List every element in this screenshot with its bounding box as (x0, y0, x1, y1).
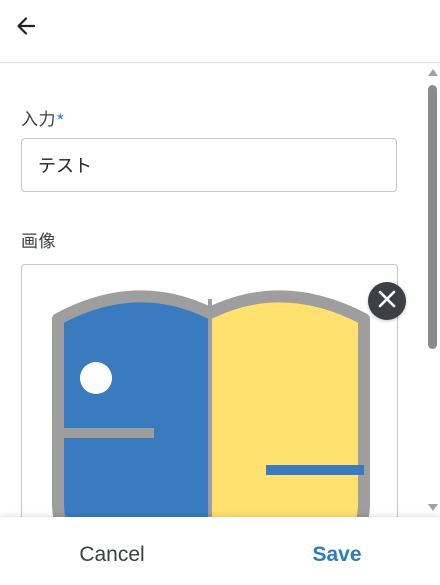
input-text-box[interactable] (23, 140, 378, 190)
vertical-scrollbar[interactable] (425, 63, 440, 517)
cancel-button[interactable]: Cancel (66, 535, 158, 575)
remove-image-button[interactable] (368, 282, 406, 320)
arrow-left-icon (14, 14, 38, 43)
shield-logo-image (52, 290, 370, 517)
required-marker: * (57, 110, 65, 129)
scroll-down-arrow-icon[interactable] (428, 504, 438, 511)
scroll-up-arrow-icon[interactable] (428, 69, 438, 76)
image-preview-box[interactable] (21, 264, 398, 517)
back-button[interactable] (8, 10, 44, 46)
image-field-label: 画像 (21, 232, 56, 251)
close-icon (377, 289, 397, 314)
form-content: 入力* 画像 (0, 63, 424, 517)
bottom-action-bar: Cancel Save (0, 517, 440, 585)
scrollbar-thumb[interactable] (428, 85, 437, 349)
top-app-bar (0, 0, 440, 63)
input-field-label: 入力* (21, 105, 64, 130)
input-label-text: 入力 (21, 110, 56, 129)
input-field[interactable] (21, 138, 397, 192)
save-button[interactable]: Save (296, 535, 378, 575)
